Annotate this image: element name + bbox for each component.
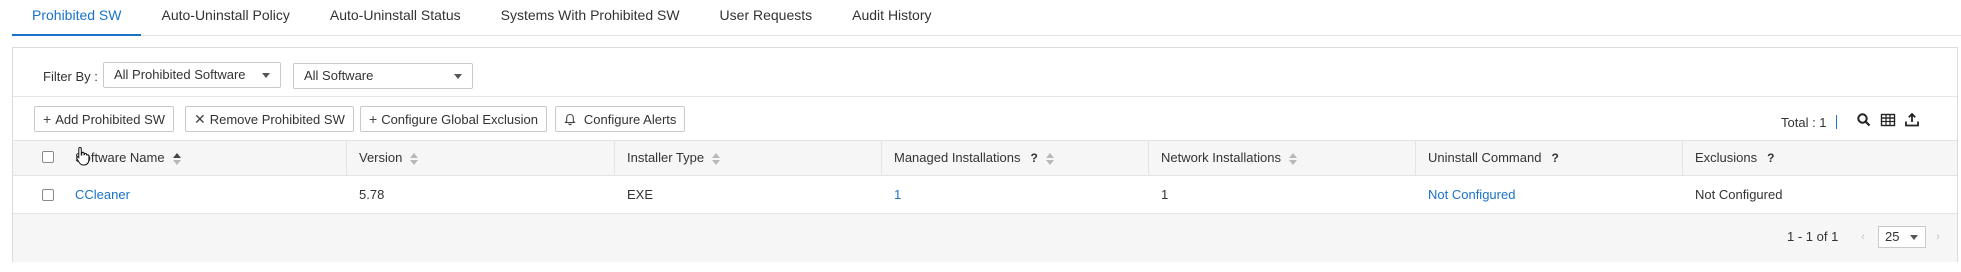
- bell-icon: [564, 111, 580, 127]
- column-label: Version: [359, 150, 403, 165]
- tab-audit-history[interactable]: Audit History: [832, 0, 951, 36]
- column-managed-installations[interactable]: Managed Installations?: [881, 141, 1148, 175]
- installer-type-cell: EXE: [627, 187, 654, 202]
- exclusions-cell: Not Configured: [1695, 187, 1783, 202]
- remove-prohibited-sw-button[interactable]: ✕ Remove Prohibited SW: [185, 106, 354, 132]
- network-installations-cell: 1: [1161, 187, 1169, 202]
- tab-bar: Prohibited SW Auto-Uninstall Policy Auto…: [12, 0, 1961, 36]
- tab-auto-uninstall-policy[interactable]: Auto-Uninstall Policy: [141, 0, 309, 36]
- action-toolbar: + Add Prohibited SW ✕ Remove Prohibited SW…: [13, 98, 1957, 140]
- select-all-checkbox[interactable]: [42, 151, 54, 163]
- export-icon[interactable]: [1904, 112, 1920, 128]
- close-icon: ✕: [194, 111, 206, 127]
- page-size-select[interactable]: 25: [1878, 226, 1926, 248]
- category-filter-value: All Prohibited Software: [114, 67, 246, 82]
- sort-icon[interactable]: [712, 152, 721, 165]
- plus-icon: +: [43, 111, 52, 127]
- next-page-icon[interactable]: ›: [1931, 227, 1945, 247]
- previous-page-icon[interactable]: ‹: [1856, 227, 1870, 247]
- total-count: Total : 1: [1781, 115, 1827, 130]
- column-label: Exclusions: [1695, 150, 1758, 165]
- pagination-bar: 1 - 1 of 1 ‹ 25 ›: [13, 214, 1957, 262]
- plus-icon: +: [369, 111, 378, 127]
- toolbar-divider: [1836, 115, 1837, 129]
- column-exclusions: Exclusions?: [1682, 141, 1957, 175]
- search-icon[interactable]: [1856, 112, 1872, 128]
- help-icon[interactable]: ?: [1030, 141, 1037, 175]
- table-header: Software Name Version Installer Type Man…: [13, 140, 1957, 176]
- tab-systems-with-prohibited-sw[interactable]: Systems With Prohibited SW: [481, 0, 700, 36]
- add-prohibited-sw-button[interactable]: + Add Prohibited SW: [34, 106, 175, 132]
- sort-icon[interactable]: [410, 152, 419, 165]
- tab-user-requests[interactable]: User Requests: [700, 0, 833, 36]
- column-chooser-icon[interactable]: [1880, 112, 1896, 128]
- configure-global-exclusion-label: Configure Global Exclusion: [381, 112, 538, 127]
- column-label: Network Installations: [1161, 150, 1281, 165]
- help-icon[interactable]: ?: [1551, 141, 1558, 175]
- hand-cursor-icon: [75, 146, 91, 166]
- column-version[interactable]: Version: [346, 141, 614, 175]
- remove-prohibited-sw-label: Remove Prohibited SW: [209, 112, 345, 127]
- column-network-installations[interactable]: Network Installations: [1148, 141, 1415, 175]
- page-size-value: 25: [1885, 229, 1900, 244]
- configure-alerts-label: Configure Alerts: [583, 112, 677, 127]
- table-row: CCleaner 5.78 EXE 1 1 Not Configured Not…: [13, 176, 1957, 214]
- sort-ascending-icon[interactable]: [172, 152, 181, 165]
- add-prohibited-sw-label: Add Prohibited SW: [55, 112, 166, 127]
- column-label: Uninstall Command: [1428, 150, 1542, 165]
- filter-row: Filter By : All Prohibited Software All …: [13, 48, 1957, 97]
- managed-installations-link[interactable]: 1: [894, 176, 901, 214]
- prohibited-sw-panel: Filter By : All Prohibited Software All …: [12, 47, 1958, 262]
- filter-label: Filter By :: [43, 69, 98, 84]
- column-installer-type[interactable]: Installer Type: [614, 141, 881, 175]
- chevron-down-icon: [262, 73, 270, 78]
- software-filter-select[interactable]: All Software: [293, 63, 473, 89]
- chevron-down-icon: [454, 74, 462, 79]
- sort-icon[interactable]: [1045, 152, 1054, 165]
- software-filter-value: All Software: [304, 68, 374, 83]
- category-filter-select[interactable]: All Prohibited Software: [103, 62, 281, 88]
- column-label: Managed Installations: [894, 150, 1021, 165]
- pagination-range: 1 - 1 of 1: [1787, 229, 1839, 244]
- chevron-down-icon: [1910, 235, 1918, 240]
- software-name-link[interactable]: CCleaner: [75, 176, 130, 214]
- configure-global-exclusion-button[interactable]: + Configure Global Exclusion: [360, 106, 547, 132]
- configure-alerts-button[interactable]: Configure Alerts: [555, 106, 686, 132]
- sort-icon[interactable]: [1288, 152, 1297, 165]
- column-uninstall-command: Uninstall Command?: [1415, 141, 1682, 175]
- version-cell: 5.78: [359, 187, 385, 202]
- tab-auto-uninstall-status[interactable]: Auto-Uninstall Status: [310, 0, 481, 36]
- column-label: Installer Type: [627, 150, 705, 165]
- tab-prohibited-sw[interactable]: Prohibited SW: [12, 0, 142, 36]
- column-software-name[interactable]: Software Name: [75, 141, 358, 175]
- row-checkbox[interactable]: [42, 189, 54, 201]
- uninstall-command-link[interactable]: Not Configured: [1428, 176, 1515, 214]
- help-icon[interactable]: ?: [1767, 141, 1774, 175]
